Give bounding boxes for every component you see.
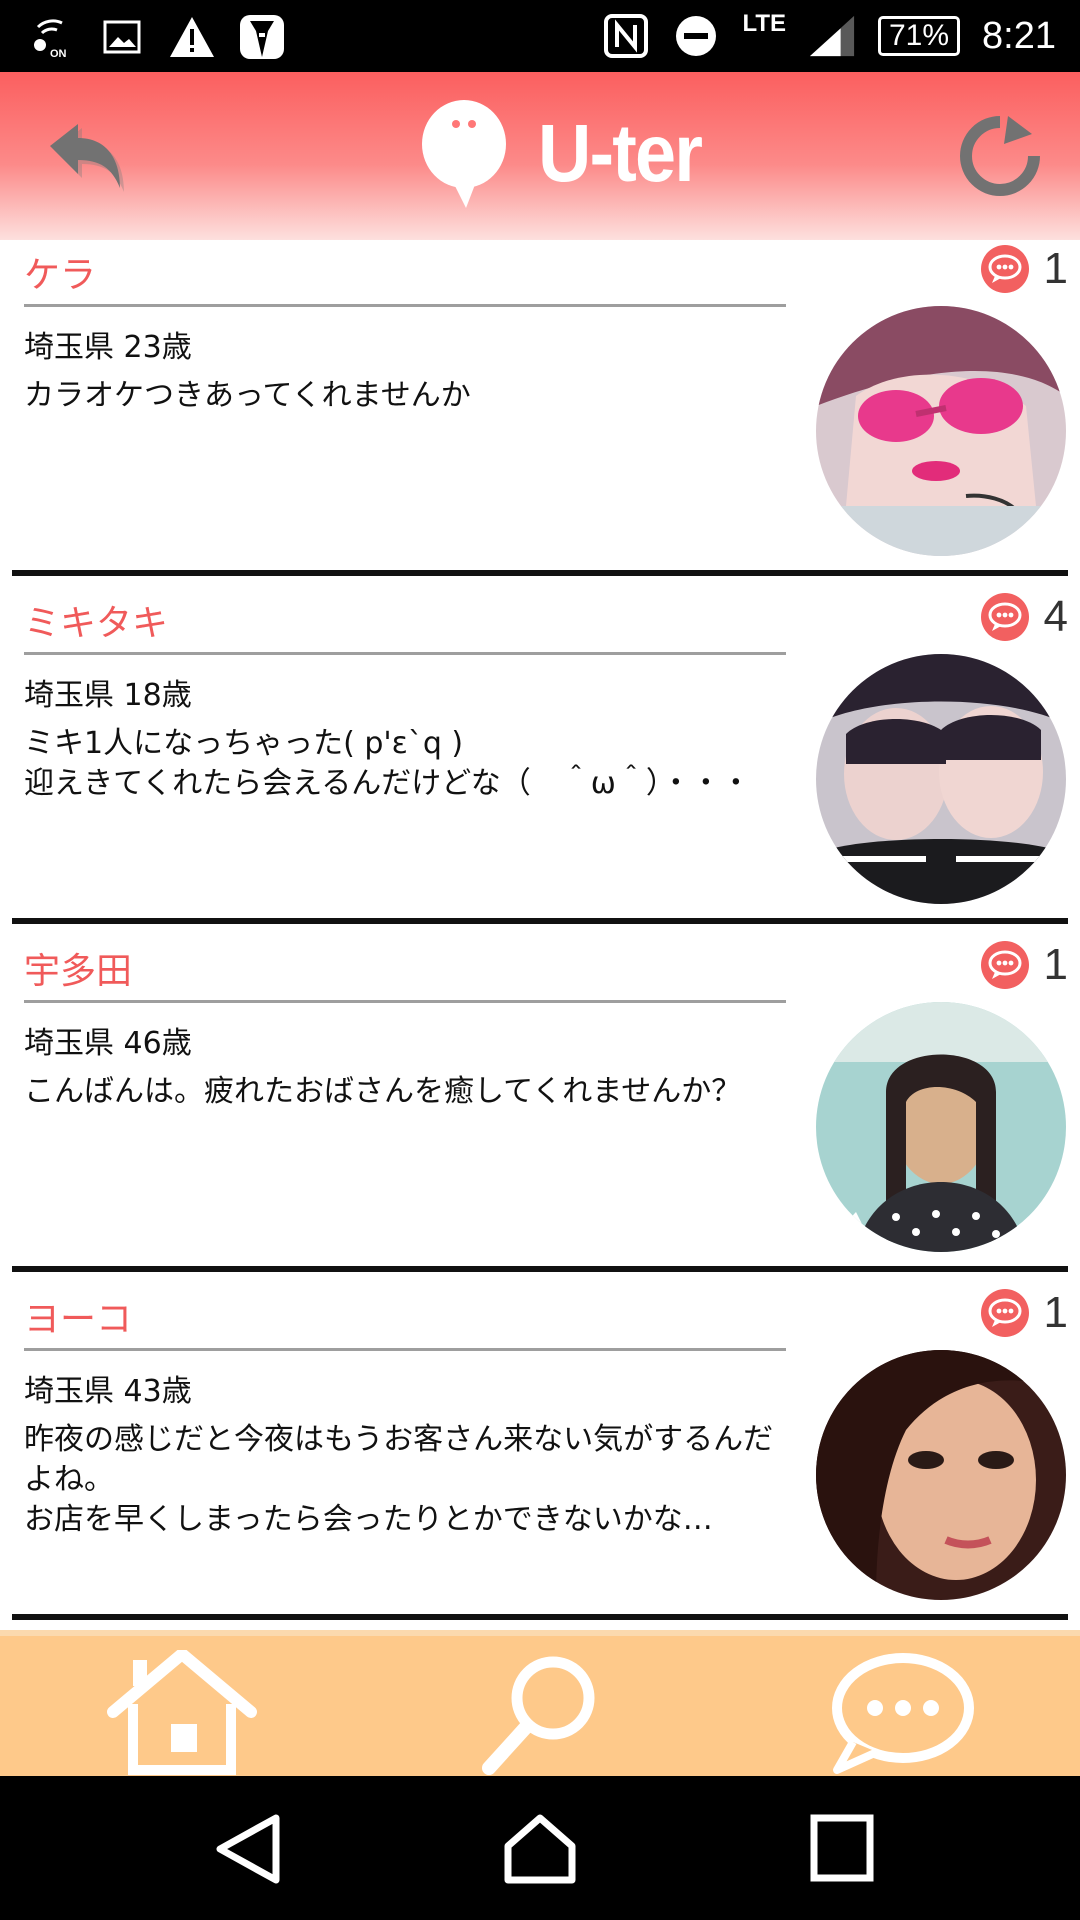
- tuxedo-app-icon: [238, 13, 286, 61]
- list-item[interactable]: ミキタキ 埼玉県 18歳 ミキ1人になっちゃった( p'ε`q ) 迎えきてくれ…: [0, 588, 1080, 936]
- unread-count: 4: [1043, 592, 1068, 641]
- avatar[interactable]: [816, 1350, 1066, 1600]
- sender-meta: 埼玉県 23歳: [24, 330, 192, 365]
- bottom-tab-bar: [0, 1630, 1080, 1776]
- message-preview: 昨夜の感じだと今夜はもうお客さん来ない気がするんだよね。 お店を早くしまったら会…: [24, 1422, 774, 1537]
- unread-badge: 1: [980, 1288, 1068, 1338]
- message-preview: カラオケつきあってくれませんか: [24, 378, 471, 413]
- item-divider: [12, 1266, 1068, 1272]
- message-preview: こんばんは。疲れたおばさんを癒してくれませんか？: [24, 1074, 742, 1109]
- sender-meta: 埼玉県 43歳: [24, 1374, 192, 1409]
- avatar[interactable]: [816, 654, 1066, 904]
- unread-count: 1: [1043, 1288, 1068, 1337]
- app-header: U-ter: [0, 72, 1080, 240]
- image-icon: [98, 13, 146, 61]
- sender-name: ケラ: [24, 255, 97, 296]
- name-divider: [24, 304, 786, 307]
- status-left-icons: ON: [28, 12, 286, 62]
- unread-count: 1: [1043, 940, 1068, 989]
- app-logo: U-ter: [418, 98, 738, 210]
- warning-icon: [168, 13, 216, 61]
- name-divider: [24, 1000, 786, 1003]
- unread-badge: 1: [980, 940, 1068, 990]
- speech-bubble-logo-icon: [422, 100, 506, 208]
- app-logo-text: U-ter: [538, 108, 703, 199]
- status-bar: ON LTE 71% 8:21: [0, 0, 1080, 72]
- chat-bubble-badge-icon: [980, 245, 1029, 293]
- unread-count: 1: [1043, 244, 1068, 293]
- clock: 8:21: [982, 14, 1056, 57]
- item-divider: [12, 1614, 1068, 1620]
- item-divider: [12, 570, 1068, 576]
- svg-text:ON: ON: [50, 48, 67, 59]
- list-item[interactable]: ヨーコ 埼玉県 43歳 昨夜の感じだと今夜はもうお客さん来ない気がするんだよね。…: [0, 1284, 1080, 1630]
- name-divider: [24, 652, 786, 655]
- name-divider: [24, 1348, 786, 1351]
- avatar[interactable]: [816, 1002, 1066, 1252]
- back-arrow-icon[interactable]: [44, 116, 128, 200]
- list-item[interactable]: ケラ 埼玉県 23歳 カラオケつきあってくれませんか 1: [0, 240, 1080, 588]
- recents-square-icon[interactable]: [800, 1812, 884, 1886]
- unread-badge: 4: [980, 592, 1068, 642]
- back-triangle-icon[interactable]: [206, 1812, 290, 1886]
- battery-level: 71%: [888, 19, 950, 52]
- sender-meta: 埼玉県 46歳: [24, 1026, 192, 1061]
- search-icon[interactable]: [460, 1650, 620, 1778]
- home-circle-icon[interactable]: [498, 1812, 582, 1886]
- wifi-calling-icon: ON: [28, 13, 76, 61]
- battery-indicator: 71%: [877, 16, 961, 56]
- home-icon[interactable]: [102, 1650, 262, 1778]
- signal-icon: [808, 12, 856, 60]
- nfc-icon: [602, 12, 650, 60]
- chat-icon[interactable]: [820, 1650, 980, 1778]
- chat-bubble-badge-icon: [980, 941, 1029, 989]
- sender-name: ミキタキ: [24, 603, 169, 644]
- chat-bubble-badge-icon: [980, 593, 1029, 641]
- message-list[interactable]: ケラ 埼玉県 23歳 カラオケつきあってくれませんか 1 ミキタキ 埼玉県 18…: [0, 240, 1080, 1630]
- do-not-disturb-icon: [672, 12, 720, 60]
- chat-bubble-badge-icon: [980, 1289, 1029, 1337]
- avatar[interactable]: [816, 306, 1066, 556]
- list-item[interactable]: 宇多田 埼玉県 46歳 こんばんは。疲れたおばさんを癒してくれませんか？ 1: [0, 936, 1080, 1284]
- unread-badge: 1: [980, 244, 1068, 294]
- network-type: LTE: [742, 10, 786, 37]
- sender-name: ヨーコ: [24, 1299, 133, 1340]
- sender-name: 宇多田: [24, 951, 133, 992]
- refresh-icon[interactable]: [956, 112, 1044, 200]
- sender-meta: 埼玉県 18歳: [24, 678, 192, 713]
- message-preview: ミキ1人になっちゃった( p'ε`q ) 迎えきてくれたら会えるんだけどな（ ＾…: [24, 726, 751, 801]
- system-nav-bar: [0, 1776, 1080, 1920]
- status-right-icons: LTE 71% 8:21: [602, 10, 1056, 62]
- item-divider: [12, 918, 1068, 924]
